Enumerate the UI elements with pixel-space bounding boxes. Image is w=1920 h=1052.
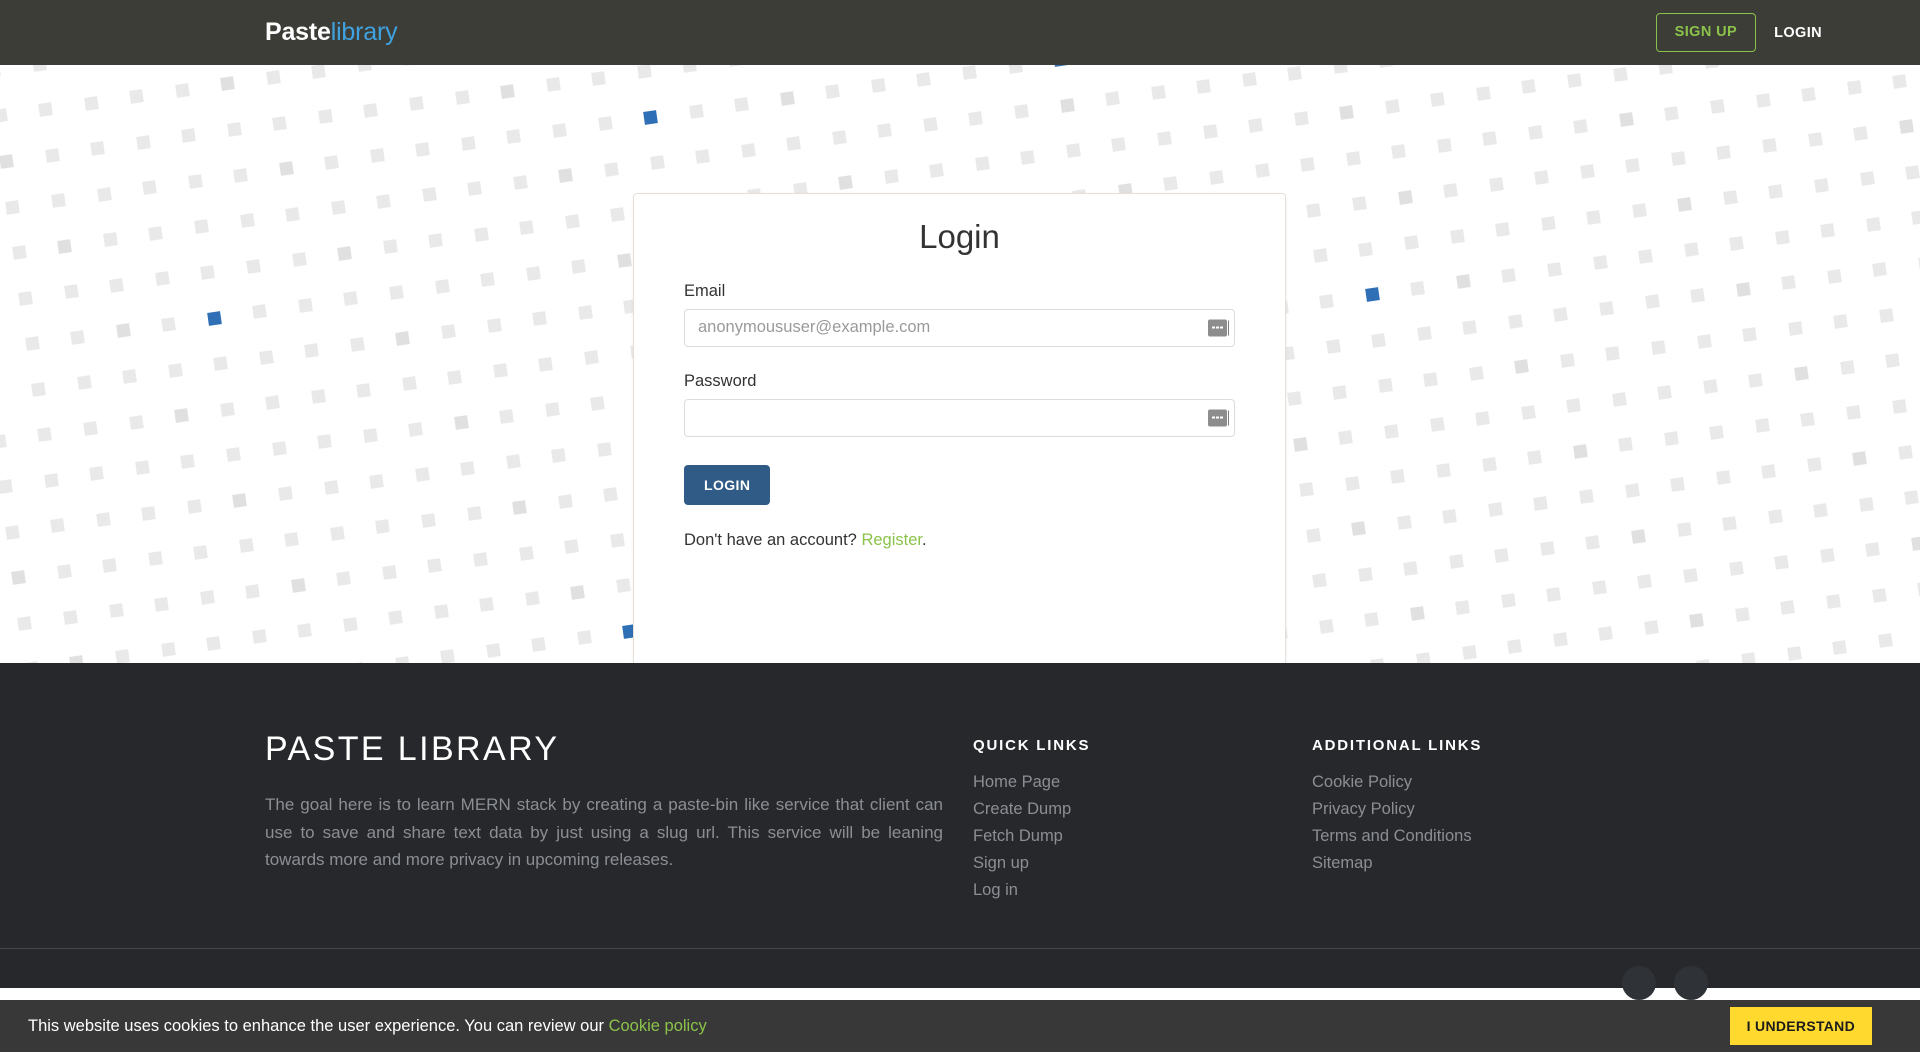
email-input[interactable] (684, 308, 1235, 347)
cookie-consent-message-text: This website uses cookies to enhance the… (28, 1016, 609, 1035)
footer-link-cookie-policy[interactable]: Cookie Policy (1312, 773, 1482, 792)
register-link[interactable]: Register (861, 531, 922, 549)
footer-link-sitemap[interactable]: Sitemap (1312, 854, 1482, 873)
hero-section: Login Email Password LOGIN Don't have an… (0, 65, 1920, 663)
autofill-icon[interactable] (1208, 409, 1227, 427)
footer-divider (0, 948, 1920, 949)
email-label: Email (684, 281, 726, 300)
brand-logo-primary: Paste (265, 18, 331, 46)
footer-link-log-in[interactable]: Log in (973, 881, 1312, 900)
footer-link-create-dump[interactable]: Create Dump (973, 800, 1312, 819)
footer-link-fetch-dump[interactable]: Fetch Dump (973, 827, 1312, 846)
password-input[interactable] (684, 398, 1235, 437)
register-prompt-text: Don't have an account? (684, 530, 862, 549)
footer-additional-links-column: ADDITIONAL LINKS Cookie Policy Privacy P… (1312, 731, 1482, 908)
footer-additional-links-heading: ADDITIONAL LINKS (1312, 737, 1483, 754)
footer-link-home-page[interactable]: Home Page (973, 773, 1312, 792)
footer-link-sign-up[interactable]: Sign up (973, 854, 1312, 873)
login-card: Login Email Password LOGIN Don't have an… (633, 193, 1286, 663)
autofill-caret-icon (1228, 410, 1229, 426)
brand-logo[interactable]: Pastelibrary (265, 18, 398, 47)
password-label: Password (684, 371, 757, 390)
cookie-accept-button[interactable]: I UNDERSTAND (1729, 1007, 1872, 1045)
password-field-wrapper (684, 398, 1235, 437)
footer-social-icons (1622, 966, 1708, 1000)
top-navbar: Pastelibrary SIGN UP LOGIN (0, 0, 1920, 65)
footer-description: The goal here is to learn MERN stack by … (265, 795, 943, 870)
login-submit-button[interactable]: LOGIN (684, 464, 771, 505)
site-footer: PASTE LIBRARY The goal here is to learn … (0, 663, 1920, 1000)
footer-link-terms-and-conditions[interactable]: Terms and Conditions (1312, 827, 1482, 846)
autofill-icon[interactable] (1208, 319, 1227, 337)
cookie-consent-banner: This website uses cookies to enhance the… (0, 1000, 1920, 1052)
footer-quick-links-column: QUICK LINKS Home Page Create Dump Fetch … (955, 731, 1312, 908)
autofill-caret-icon (1228, 320, 1229, 336)
cookie-consent-message: This website uses cookies to enhance the… (28, 1017, 707, 1036)
register-prompt: Don't have an account? Register. (684, 531, 1260, 550)
navbar-actions: SIGN UP LOGIN (1655, 13, 1822, 52)
page-title: Login (919, 218, 1000, 255)
cookie-policy-link[interactable]: Cookie policy (609, 1017, 707, 1035)
social-icon-1[interactable] (1622, 966, 1656, 1000)
footer-brand-heading: PASTE LIBRARY (265, 730, 560, 768)
footer-quick-links-heading: QUICK LINKS (973, 737, 1091, 754)
footer-columns: PASTE LIBRARY The goal here is to learn … (0, 663, 1920, 908)
login-nav-link[interactable]: LOGIN (1774, 25, 1822, 41)
register-prompt-suffix: . (921, 530, 927, 549)
footer-link-privacy-policy[interactable]: Privacy Policy (1312, 800, 1482, 819)
email-field-wrapper (684, 308, 1235, 347)
signup-button[interactable]: SIGN UP (1655, 13, 1757, 52)
social-icon-2[interactable] (1674, 966, 1708, 1000)
brand-logo-secondary: library (330, 18, 398, 46)
footer-about-column: PASTE LIBRARY The goal here is to learn … (265, 730, 955, 908)
